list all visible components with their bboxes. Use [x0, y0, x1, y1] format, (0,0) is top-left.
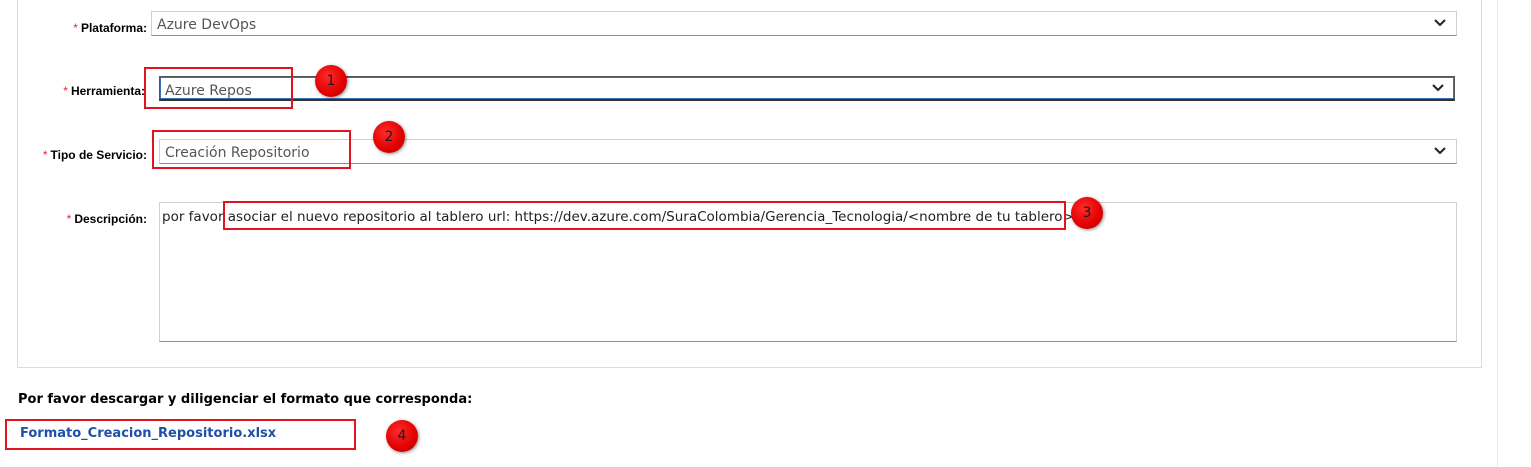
chevron-down-icon — [1432, 84, 1444, 92]
highlight-box-descripcion — [223, 201, 1066, 230]
highlight-box-file-link — [5, 419, 356, 450]
required-mark: * — [66, 212, 72, 226]
herramienta-select[interactable]: Azure Repos — [159, 76, 1455, 101]
tipo-servicio-select[interactable]: Creación Repositorio — [159, 139, 1457, 164]
scroll-divider — [1497, 0, 1498, 467]
plataforma-label: * Plataforma: — [73, 21, 147, 35]
download-instruction: Por favor descargar y diligenciar el for… — [18, 392, 473, 407]
highlight-box-herramienta — [144, 67, 293, 109]
descripcion-label: * Descripción: — [66, 212, 147, 226]
required-mark: * — [73, 21, 78, 35]
required-mark: * — [63, 84, 68, 98]
annotation-badge-3: 3 — [1071, 197, 1103, 229]
required-mark: * — [42, 148, 48, 162]
annotation-badge-4: 4 — [386, 420, 418, 452]
plataforma-select[interactable]: Azure DevOps — [151, 11, 1457, 36]
plataforma-value: Azure DevOps — [157, 17, 257, 33]
annotation-badge-1: 1 — [315, 65, 347, 97]
tipo-servicio-label: * Tipo de Servicio: — [42, 148, 147, 162]
chevron-down-icon — [1434, 19, 1446, 27]
herramienta-label: * Herramienta: — [63, 84, 145, 98]
highlight-box-tipo-servicio — [152, 130, 351, 169]
annotation-badge-2: 2 — [373, 121, 405, 153]
chevron-down-icon — [1434, 147, 1446, 155]
